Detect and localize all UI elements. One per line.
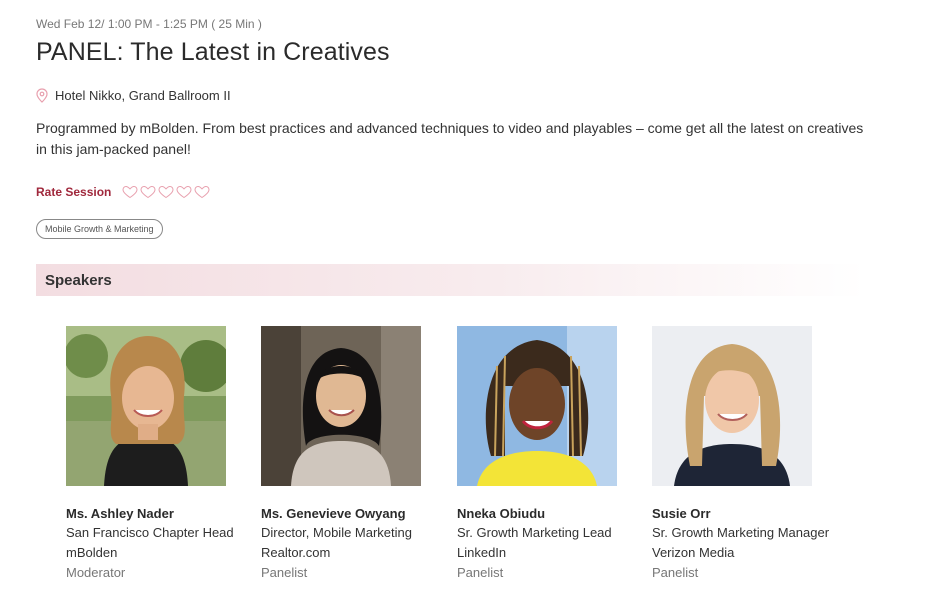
heart-icon-3[interactable] <box>157 185 175 199</box>
session-location: Hotel Nikko, Grand Ballroom II <box>36 88 231 103</box>
speaker-title: Sr. Growth Marketing Manager <box>652 525 830 540</box>
speaker-card[interactable]: Susie Orr Sr. Growth Marketing Manager V… <box>652 326 832 581</box>
speaker-name[interactable]: Ms. Genevieve Owyang <box>261 506 441 521</box>
heart-icon-1[interactable] <box>121 185 139 199</box>
speaker-name[interactable]: Susie Orr <box>652 506 832 521</box>
speaker-role: Panelist <box>261 565 308 580</box>
heart-icon-2[interactable] <box>139 185 157 199</box>
speaker-company: Verizon Media <box>652 545 735 560</box>
speakers-header: Speakers <box>36 264 866 296</box>
speaker-title: Director, Mobile Marketing <box>261 525 412 540</box>
location-text: Hotel Nikko, Grand Ballroom II <box>55 88 231 103</box>
speaker-photo-ashley-nader[interactable] <box>66 326 226 486</box>
speaker-card[interactable]: Ms. Genevieve Owyang Director, Mobile Ma… <box>261 326 441 581</box>
speaker-name[interactable]: Ms. Ashley Nader <box>66 506 246 521</box>
speaker-name[interactable]: Nneka Obiudu <box>457 506 637 521</box>
session-title: PANEL: The Latest in Creatives <box>36 38 390 66</box>
speakers-title: Speakers <box>45 272 112 289</box>
speaker-card[interactable]: Ms. Ashley Nader San Francisco Chapter H… <box>66 326 246 581</box>
speaker-photo-nneka-obiudu[interactable] <box>457 326 617 486</box>
speaker-photo-susie-orr[interactable] <box>652 326 812 486</box>
speaker-company: LinkedIn <box>457 545 507 560</box>
speaker-title: San Francisco Chapter Head <box>66 525 234 540</box>
heart-icon-5[interactable] <box>193 185 211 199</box>
speaker-role: Panelist <box>652 565 699 580</box>
speaker-company: Realtor.com <box>261 545 331 560</box>
heart-icon-4[interactable] <box>175 185 193 199</box>
rate-session: Rate Session <box>36 185 211 199</box>
speaker-role: Panelist <box>457 565 504 580</box>
track-tag[interactable]: Mobile Growth & Marketing <box>36 219 163 239</box>
rate-session-label: Rate Session <box>36 185 112 199</box>
speaker-photo-genevieve-owyang[interactable] <box>261 326 421 486</box>
location-pin-icon <box>36 88 48 103</box>
speaker-role: Moderator <box>66 565 126 580</box>
session-datetime: Wed Feb 12/ 1:00 PM - 1:25 PM ( 25 Min ) <box>36 17 262 31</box>
speaker-card[interactable]: Nneka Obiudu Sr. Growth Marketing Lead L… <box>457 326 637 581</box>
speaker-title: Sr. Growth Marketing Lead <box>457 525 612 540</box>
session-description: Programmed by mBolden. From best practic… <box>36 120 864 157</box>
speaker-company: mBolden <box>66 545 118 560</box>
